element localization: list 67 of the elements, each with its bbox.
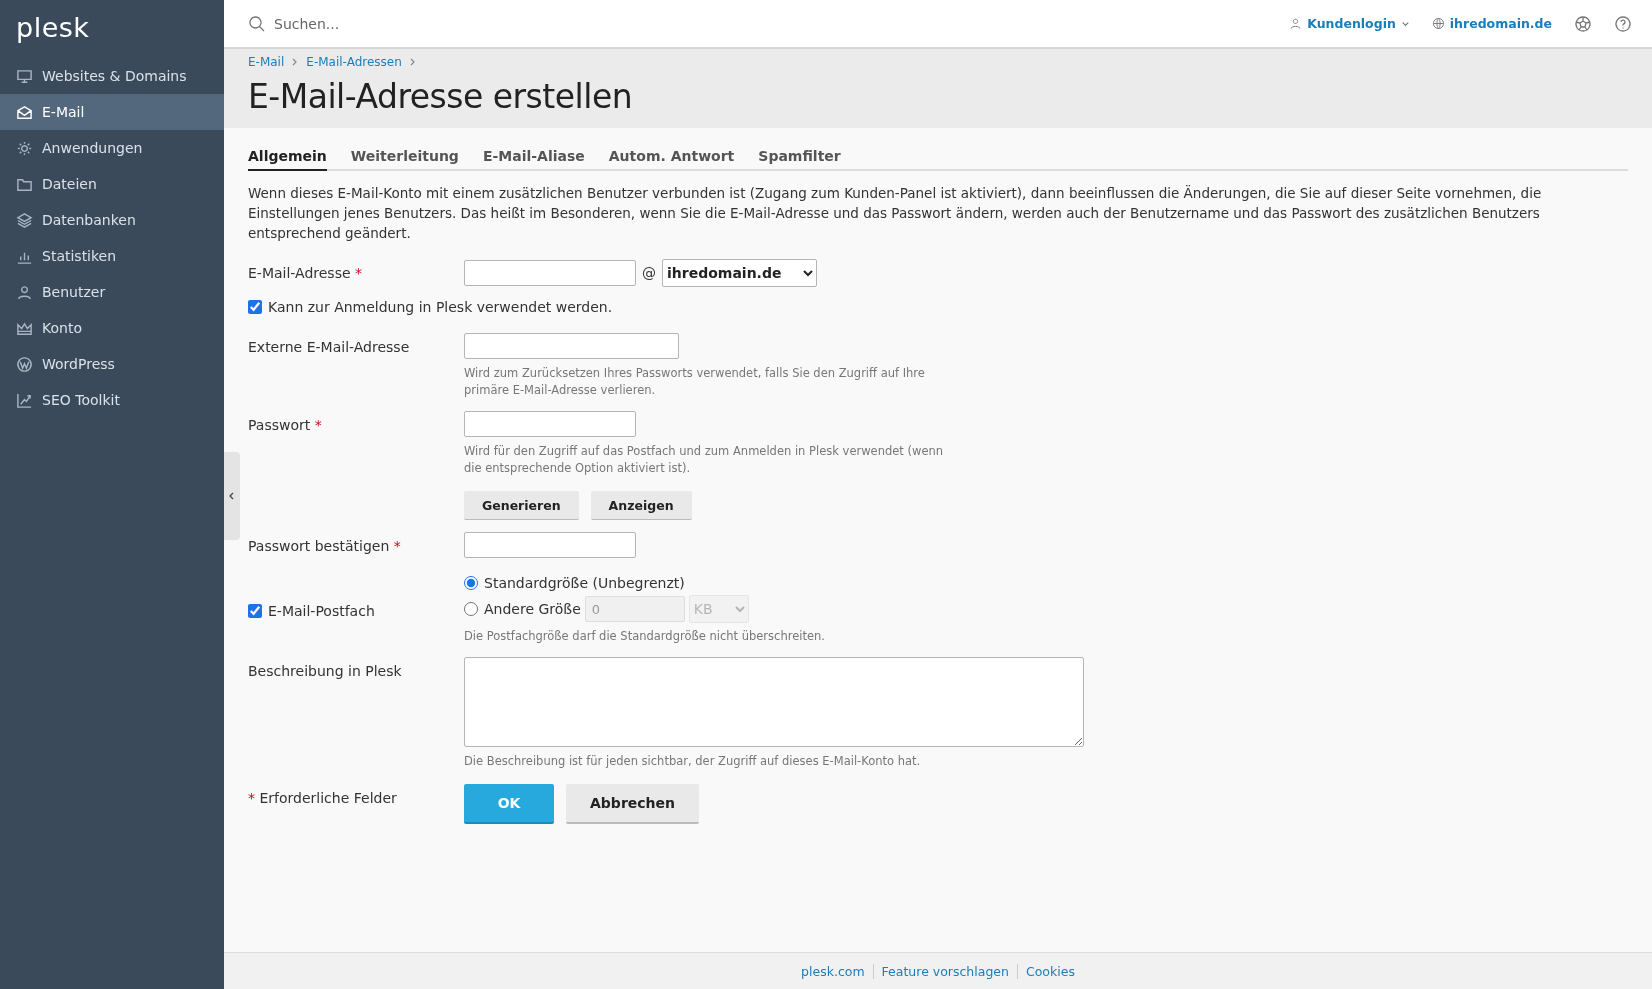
radio-label: Standardgröße (Unbegrenzt) [484, 575, 685, 591]
hint-text: Die Beschreibung ist für jeden sichtbar, der Zugriff auf dieses E-Mail-Konto hat. [464, 753, 922, 770]
field-label: Externe E-Mail-Adresse [248, 339, 410, 355]
sidebar-item[interactable]: Benutzer [0, 274, 224, 310]
crown-icon [16, 319, 33, 337]
breadcrumb-link[interactable]: E-Mail-Adressen [306, 55, 402, 69]
secondary-button[interactable]: Generieren [464, 491, 579, 520]
sidebar-item[interactable]: Anwendungen [0, 130, 224, 166]
tab[interactable]: E-Mail-Aliase [482, 142, 585, 171]
field-label: E-Mail-Adresse * [248, 265, 362, 281]
chevron-down-icon [1400, 19, 1410, 28]
footer-link[interactable]: plesk.com [793, 963, 873, 979]
field-label: Passwort bestätigen * [248, 538, 401, 554]
gear-icon [16, 139, 33, 157]
checkbox-label: Kann zur Anmeldung in Plesk verwendet werden. [268, 299, 613, 315]
search-field[interactable]: Suchen... [272, 14, 576, 33]
layers-icon [16, 211, 33, 229]
radio-label: Andere Größe [484, 601, 581, 617]
footer-link[interactable]: Cookies [1017, 963, 1083, 979]
intro-text: Wenn dieses E-Mail-Konto mit einem zusätzlichen Benutzer verbunden ist (Zugang zum Kunden-Panel ist aktiviert), dann beeinflussen die Änderungen, die Sie auf dieser Seite vornehmen, die Einstellungen jenes Benutzers. Das heißt im Besonderen, wenn Sie die E-Mail-Adresse und das Passwort ändern, werden auch der Benutzername und das Passwort des zusätzlichen Benutzers entsprechend geändert. [248, 184, 1543, 243]
monitor-icon [16, 67, 33, 85]
checkbox[interactable] [248, 300, 262, 314]
tab[interactable]: Autom. Antwort [608, 142, 735, 171]
envelope-icon [16, 103, 33, 121]
required-note: * Erforderliche Felder [248, 790, 397, 806]
sidebar-item[interactable]: Dateien [0, 166, 224, 202]
customer-login-link[interactable]: Kundenlogin [1289, 16, 1410, 31]
email-input[interactable] [464, 260, 636, 286]
help-icon[interactable] [1614, 14, 1632, 33]
hint-text: Wird zum Zurücksetzen Ihres Passworts verwendet, falls Sie den Zugriff auf Ihre primäre E-Mail-Adresse verlieren. [464, 365, 926, 399]
tab[interactable]: Weiterleitung [350, 142, 459, 171]
tab[interactable]: Spamfilter [758, 142, 841, 171]
secondary-button[interactable]: Anzeigen [590, 491, 692, 520]
user-icon [16, 283, 33, 301]
sidebar-item[interactable]: WordPress [0, 346, 224, 382]
password-confirm-input[interactable] [464, 532, 636, 558]
chart-arrow-icon [16, 391, 33, 409]
cancel-button[interactable]: Abbrechen [566, 784, 699, 824]
field-label: Passwort * [248, 417, 322, 433]
radio-button[interactable] [464, 576, 478, 590]
logo[interactable]: plesk [0, 0, 224, 58]
collapse-handle[interactable] [224, 452, 240, 540]
domain-select[interactable]: ihredomain.de [662, 259, 817, 287]
password-input[interactable] [464, 411, 636, 437]
at-sign: @ [642, 265, 656, 281]
sidebar-item[interactable]: Datenbanken [0, 202, 224, 238]
hint-text: Wird für den Zugriff auf das Postfach und zum Anmelden in Plesk verwendet (wenn die entsprechende Option aktiviert ist). [464, 443, 945, 477]
breadcrumb-link[interactable]: E-Mail [248, 55, 285, 69]
sidebar-item[interactable]: E-Mail [0, 94, 224, 130]
sidebar-item[interactable]: SEO Toolkit [0, 382, 224, 418]
sidebar-item[interactable]: Websites & Domains [0, 58, 224, 94]
footer-link[interactable]: Feature vorschlagen [872, 963, 1017, 979]
sidebar-item[interactable]: Konto [0, 310, 224, 346]
radio-button[interactable] [464, 602, 478, 616]
checkbox[interactable] [248, 603, 262, 618]
page-title: E-Mail-Adresse erstellen [248, 77, 634, 116]
description-textarea[interactable] [464, 657, 1084, 747]
external-email-input[interactable] [464, 333, 679, 359]
tab[interactable]: Allgemein [248, 142, 327, 171]
hint-text: Die Postfachgröße darf die Standardgröße nicht überschreiten. [464, 628, 826, 645]
user-icon [1289, 17, 1303, 30]
sidebar-item[interactable]: Statistiken [0, 238, 224, 274]
search-icon [248, 14, 266, 33]
domain-link[interactable]: ihredomain.de [1431, 16, 1552, 31]
globe-icon [1431, 17, 1445, 30]
checkbox-label: E-Mail-Postfach [268, 602, 375, 619]
field-label: Beschreibung in Plesk [248, 663, 402, 679]
